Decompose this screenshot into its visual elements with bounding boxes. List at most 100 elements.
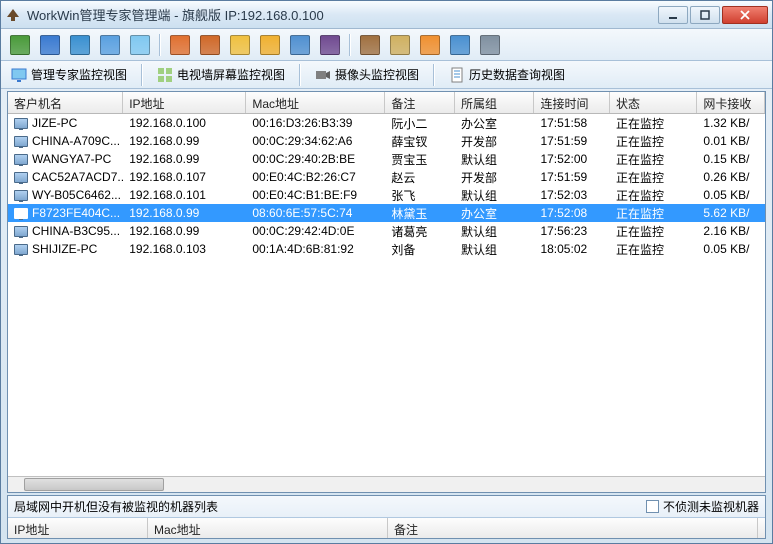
cell-status: 正在监控 bbox=[610, 240, 697, 259]
titlebar[interactable]: WorkWin管理专家管理端 - 旗舰版 IP:192.168.0.100 bbox=[1, 1, 772, 29]
user-blue-icon bbox=[450, 35, 470, 55]
globe-button[interactable] bbox=[127, 32, 153, 58]
cell-ip: 192.168.0.100 bbox=[123, 115, 246, 131]
wrench-icon bbox=[480, 35, 500, 55]
sync-button[interactable] bbox=[197, 32, 223, 58]
pc-icon bbox=[14, 154, 28, 165]
table-row[interactable]: CHINA-A709C...192.168.0.9900:0C:29:34:62… bbox=[8, 132, 765, 150]
col-ip[interactable]: IP地址 bbox=[123, 92, 246, 113]
cell-name: F8723FE404C... bbox=[8, 205, 123, 221]
cell-ip: 192.168.0.99 bbox=[123, 151, 246, 167]
cell-ip: 192.168.0.99 bbox=[123, 205, 246, 221]
cell-group: 默认组 bbox=[455, 222, 534, 241]
cell-note: 薛宝钗 bbox=[385, 132, 455, 151]
cell-time: 17:51:59 bbox=[534, 169, 610, 185]
cell-mac: 00:1A:4D:6B:81:92 bbox=[246, 241, 385, 257]
cell-net: 0.05 KB/ bbox=[697, 187, 765, 203]
window-icon bbox=[100, 35, 120, 55]
scrollbar-thumb[interactable] bbox=[24, 478, 164, 491]
chat-icon bbox=[260, 35, 280, 55]
tab-label: 摄像头监控视图 bbox=[335, 66, 419, 83]
table-row[interactable]: CAC52A7ACD7...192.168.0.10700:E0:4C:B2:2… bbox=[8, 168, 765, 186]
bcol-note[interactable]: 备注 bbox=[388, 518, 758, 538]
bcol-ip[interactable]: IP地址 bbox=[8, 518, 148, 538]
table-row[interactable]: CHINA-B3C95...192.168.0.9900:0C:29:42:4D… bbox=[8, 222, 765, 240]
minimize-button[interactable] bbox=[658, 6, 688, 24]
cell-ip: 192.168.0.103 bbox=[123, 241, 246, 257]
cell-group: 默认组 bbox=[455, 150, 534, 169]
tab-expert-monitor[interactable]: 管理专家监控视图 bbox=[7, 64, 131, 85]
camera-icon bbox=[315, 67, 331, 83]
cell-mac: 00:0C:29:34:62:A6 bbox=[246, 133, 385, 149]
cell-net: 5.62 KB/ bbox=[697, 205, 765, 221]
maximize-button[interactable] bbox=[690, 6, 720, 24]
close-button[interactable] bbox=[722, 6, 768, 24]
bcol-mac[interactable]: Mac地址 bbox=[148, 518, 388, 538]
app-icon bbox=[5, 7, 21, 23]
tvwall-icon bbox=[157, 67, 173, 83]
table-row[interactable]: JIZE-PC192.168.0.10000:16:D3:26:B3:39阮小二… bbox=[8, 114, 765, 132]
chat-button[interactable] bbox=[257, 32, 283, 58]
table-row[interactable]: WY-B05C6462...192.168.0.10100:E0:4C:B1:B… bbox=[8, 186, 765, 204]
cell-status: 正在监控 bbox=[610, 114, 697, 133]
table-row[interactable]: WANGYA7-PC192.168.0.9900:0C:29:40:2B:BE贾… bbox=[8, 150, 765, 168]
tab-history-query[interactable]: 历史数据查询视图 bbox=[445, 64, 569, 85]
table-row[interactable]: F8723FE404C...192.168.0.9908:60:6E:57:5C… bbox=[8, 204, 765, 222]
monitor-button[interactable] bbox=[7, 32, 33, 58]
shield-icon bbox=[290, 35, 310, 55]
cell-note: 赵云 bbox=[385, 168, 455, 187]
cell-time: 17:52:03 bbox=[534, 187, 610, 203]
display-icon bbox=[70, 35, 90, 55]
document-icon bbox=[449, 67, 465, 83]
display-button[interactable] bbox=[67, 32, 93, 58]
col-time[interactable]: 连接时间 bbox=[534, 92, 610, 113]
shield-button[interactable] bbox=[287, 32, 313, 58]
folder-button[interactable] bbox=[227, 32, 253, 58]
tab-camera-monitor[interactable]: 摄像头监控视图 bbox=[311, 64, 423, 85]
client-table: 客户机名 IP地址 Mac地址 备注 所属组 连接时间 状态 网卡接收 JIZE… bbox=[7, 91, 766, 493]
cell-name: SHIJIZE-PC bbox=[8, 241, 123, 257]
pc-icon bbox=[14, 244, 28, 255]
cell-status: 正在监控 bbox=[610, 186, 697, 205]
cell-note: 林黛玉 bbox=[385, 204, 455, 223]
no-detect-checkbox[interactable]: 不侦测未监视机器 bbox=[646, 498, 759, 515]
film-button[interactable] bbox=[317, 32, 343, 58]
cell-name: WY-B05C6462... bbox=[8, 187, 123, 203]
col-name[interactable]: 客户机名 bbox=[8, 92, 123, 113]
col-net[interactable]: 网卡接收 bbox=[697, 92, 765, 113]
user-orange-button[interactable] bbox=[417, 32, 443, 58]
screen-button[interactable] bbox=[37, 32, 63, 58]
window-button[interactable] bbox=[97, 32, 123, 58]
cell-group: 默认组 bbox=[455, 186, 534, 205]
bottom-table-header: IP地址 Mac地址 备注 bbox=[8, 518, 765, 538]
cell-mac: 00:0C:29:40:2B:BE bbox=[246, 151, 385, 167]
cell-group: 开发部 bbox=[455, 132, 534, 151]
gear-button[interactable] bbox=[357, 32, 383, 58]
cell-note: 诸葛亮 bbox=[385, 222, 455, 241]
table-row[interactable]: SHIJIZE-PC192.168.0.10300:1A:4D:6B:81:92… bbox=[8, 240, 765, 258]
col-mac[interactable]: Mac地址 bbox=[246, 92, 385, 113]
tab-tvwall-monitor[interactable]: 电视墙屏幕监控视图 bbox=[153, 64, 289, 85]
col-note[interactable]: 备注 bbox=[385, 92, 455, 113]
cell-note: 刘备 bbox=[385, 240, 455, 259]
cell-note: 阮小二 bbox=[385, 114, 455, 133]
separator bbox=[159, 34, 161, 56]
cell-note: 张飞 bbox=[385, 186, 455, 205]
unmonitored-panel: 局域网中开机但没有被监视的机器列表 不侦测未监视机器 IP地址 Mac地址 备注 bbox=[7, 495, 766, 539]
app-window: WorkWin管理专家管理端 - 旗舰版 IP:192.168.0.100 管理… bbox=[0, 0, 773, 544]
pc-icon bbox=[14, 172, 28, 183]
view-tabs: 管理专家监控视图 电视墙屏幕监控视图 摄像头监控视图 历史数据查询视图 bbox=[1, 61, 772, 89]
globe-icon bbox=[130, 35, 150, 55]
separator bbox=[299, 64, 301, 86]
horizontal-scrollbar[interactable] bbox=[8, 476, 765, 492]
film-icon bbox=[320, 35, 340, 55]
refresh-button[interactable] bbox=[167, 32, 193, 58]
wrench-button[interactable] bbox=[477, 32, 503, 58]
disc-button[interactable] bbox=[387, 32, 413, 58]
user-blue-button[interactable] bbox=[447, 32, 473, 58]
cell-name: CAC52A7ACD7... bbox=[8, 169, 123, 185]
cell-name: JIZE-PC bbox=[8, 115, 123, 131]
pc-icon bbox=[14, 118, 28, 129]
col-status[interactable]: 状态 bbox=[610, 92, 697, 113]
col-group[interactable]: 所属组 bbox=[455, 92, 534, 113]
